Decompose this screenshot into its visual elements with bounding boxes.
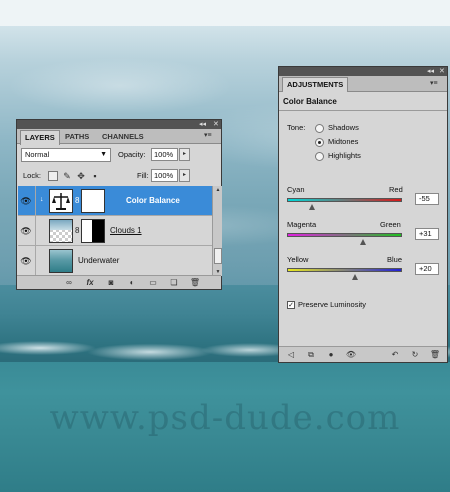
opacity-arrow-icon[interactable]: ▸ [179,148,190,161]
radio-highlights[interactable] [315,152,324,161]
reset-icon[interactable]: ↻ [409,349,421,361]
adjustments-bottom-toolbar: ◁ ⧉ ● 👁 ↶ ↻ 🗑 [279,346,447,362]
yellow-blue-slider[interactable] [287,268,402,272]
tab-layers[interactable]: LAYERS [20,130,60,145]
layer-name: Underwater [78,256,120,265]
radio-midtones[interactable] [315,138,324,147]
layers-panel-titlebar[interactable]: ◂◂ ✕ [17,120,221,129]
yellow-blue-slider-thumb[interactable] [351,274,358,280]
layer-thumbnail [49,219,73,243]
adjustments-tabs: ADJUSTMENTS [279,76,447,92]
chevron-down-icon: ▼ [100,151,107,158]
slider-magenta-label: Magenta [287,220,317,229]
layer-mask-thumbnail[interactable] [81,189,105,213]
yellow-blue-value[interactable]: +20 [415,263,439,275]
layers-panel: ◂◂ ✕ LAYERS PATHS CHANNELS ▾≡ Normal ▼ O… [16,119,222,290]
eye-separator [35,186,36,216]
blend-mode-value: Normal [25,150,50,159]
magenta-green-value[interactable]: +31 [415,228,439,240]
slider-cyan-label: Cyan [287,185,305,194]
collapse-icon[interactable]: ◂◂ [427,67,434,76]
fill-arrow-icon[interactable]: ▸ [179,169,190,182]
trash-icon[interactable]: 🗑 [189,277,201,289]
scroll-thumb[interactable] [214,248,222,264]
eye-icon[interactable]: 👁 [20,195,32,207]
slider-blue-label: Blue [387,255,403,264]
eye-separator [35,216,36,246]
panel-menu-icon[interactable]: ▾≡ [430,79,442,89]
chain-link-icon[interactable]: 8 [75,196,79,205]
tab-adjustments[interactable]: ADJUSTMENTS [282,77,349,92]
layer-row-underwater[interactable]: 👁 Underwater [18,246,212,276]
expand-view-icon[interactable]: ⧉ [305,349,317,361]
visibility-eye-icon[interactable]: 👁 [345,349,357,361]
new-layer-icon[interactable]: ❏ [168,277,180,289]
adjustments-panel: ◂◂ ✕ ADJUSTMENTS ▾≡ Color Balance Tone: … [278,66,448,363]
trash-icon[interactable]: 🗑 [429,349,441,361]
lock-transparent-icon[interactable] [48,171,58,181]
preserve-luminosity-checkbox[interactable]: ✓ [287,301,295,309]
lock-label: Lock: [23,171,41,180]
adjustments-panel-titlebar[interactable]: ◂◂ ✕ [279,67,447,76]
adjustment-icon [49,189,73,213]
tone-midtones-label: Midtones [328,137,359,146]
tone-label: Tone: [287,123,306,132]
tone-highlights-label: Highlights [328,151,361,160]
fx-icon[interactable]: fx [84,277,96,289]
previous-state-icon[interactable]: ↶ [389,349,401,361]
link-layers-icon[interactable]: ∞ [63,277,75,289]
layer-list: 👁 ↓ 8 Color Balance 👁 8 Clouds 1 👁 Under… [18,186,212,276]
clip-to-layer-icon[interactable]: ● [325,349,337,361]
lock-all-icon[interactable]: ▪ [90,171,100,181]
lock-image-brush-icon[interactable]: ✎ [62,171,72,181]
panel-menu-icon[interactable]: ▾≡ [204,131,216,141]
adjustment-title: Color Balance [283,97,337,106]
cyan-red-slider-thumb[interactable] [309,204,316,210]
layer-mask-thumbnail[interactable] [81,219,105,243]
tab-paths[interactable]: PATHS [61,130,93,144]
fill-field[interactable]: 100% [151,169,178,182]
eye-separator [35,246,36,276]
collapse-icon[interactable]: ◂◂ [199,120,206,129]
radio-shadows[interactable] [315,124,324,133]
preserve-luminosity-label: Preserve Luminosity [298,300,366,309]
tone-shadows-label: Shadows [328,123,359,132]
opacity-field[interactable]: 100% [151,148,178,161]
layer-row-clouds-1[interactable]: 👁 8 Clouds 1 [18,216,212,246]
watermark: www.psd-dude.com [49,398,401,438]
layer-thumbnail [49,249,73,273]
clip-arrow-icon: ↓ [40,196,44,203]
fill-label: Fill: [137,171,149,180]
magenta-green-slider-thumb[interactable] [359,239,366,245]
add-mask-icon[interactable]: ◙ [105,277,117,289]
eye-icon[interactable]: 👁 [20,225,32,237]
close-icon[interactable]: ✕ [439,67,445,76]
sky-top-band [0,0,450,26]
magenta-green-slider[interactable] [287,233,402,237]
opacity-label: Opacity: [118,150,146,159]
layers-tabs: LAYERS PATHS CHANNELS [17,129,221,145]
tab-channels[interactable]: CHANNELS [98,130,148,144]
close-icon[interactable]: ✕ [213,120,219,129]
clouds-preview [50,220,72,230]
scroll-up-icon[interactable]: ▲ [214,186,222,194]
lock-position-move-icon[interactable]: ✥ [76,171,86,181]
cyan-red-slider[interactable] [287,198,402,202]
blend-mode-select[interactable]: Normal ▼ [21,148,111,162]
layer-name: Clouds 1 [110,226,142,235]
layers-scrollbar[interactable]: ▲ ▼ [212,186,222,276]
layer-name: Color Balance [126,196,180,205]
layer-row-color-balance[interactable]: 👁 ↓ 8 Color Balance [18,186,212,216]
cyan-red-value[interactable]: -55 [415,193,439,205]
back-arrow-icon[interactable]: ◁ [285,349,297,361]
new-adjustment-layer-icon[interactable]: ◐ [126,277,138,289]
title-divider [279,110,447,111]
slider-green-label: Green [380,220,401,229]
eye-icon[interactable]: 👁 [20,255,32,267]
slider-red-label: Red [389,185,403,194]
chain-link-icon[interactable]: 8 [75,226,79,235]
slider-yellow-label: Yellow [287,255,309,264]
layers-bottom-toolbar: ∞ fx ◙ ◐ ▭ ❏ 🗑 [17,275,221,289]
new-group-icon[interactable]: ▭ [147,277,159,289]
